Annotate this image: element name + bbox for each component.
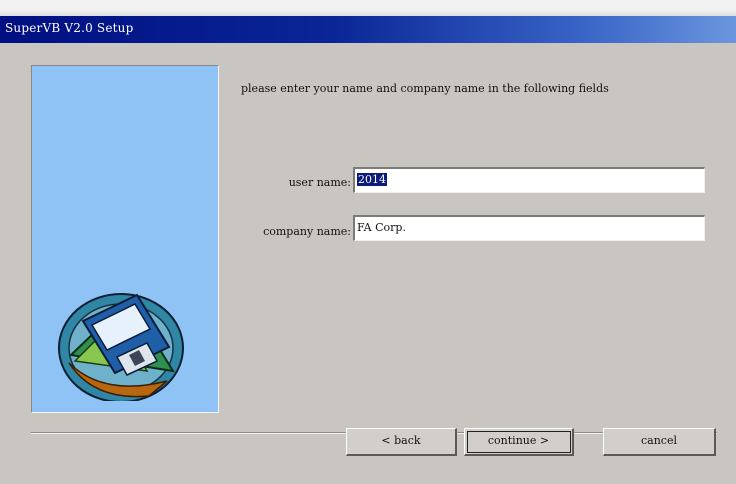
browser-chrome-strip <box>0 0 736 16</box>
instruction-text: please enter your name and company name … <box>241 82 609 95</box>
company-name-field[interactable]: FA Corp. <box>353 215 705 241</box>
user-name-value: 2014 <box>357 173 387 186</box>
back-button[interactable]: < back <box>346 428 457 456</box>
company-name-label: company name: <box>263 225 351 238</box>
window-title: SuperVB V2.0 Setup <box>5 21 134 35</box>
company-name-value: FA Corp. <box>357 221 406 234</box>
user-name-label: user name: <box>288 176 351 189</box>
continue-button[interactable]: continue > <box>464 428 574 456</box>
user-name-field[interactable]: 2014 <box>353 167 705 193</box>
floppy-disk-install-icon <box>58 293 184 401</box>
setup-side-panel <box>31 65 219 413</box>
cancel-button[interactable]: cancel <box>603 428 716 456</box>
setup-dialog: SuperVB V2.0 Setup please enter your nam… <box>0 16 736 484</box>
title-bar[interactable]: SuperVB V2.0 Setup <box>0 16 736 43</box>
